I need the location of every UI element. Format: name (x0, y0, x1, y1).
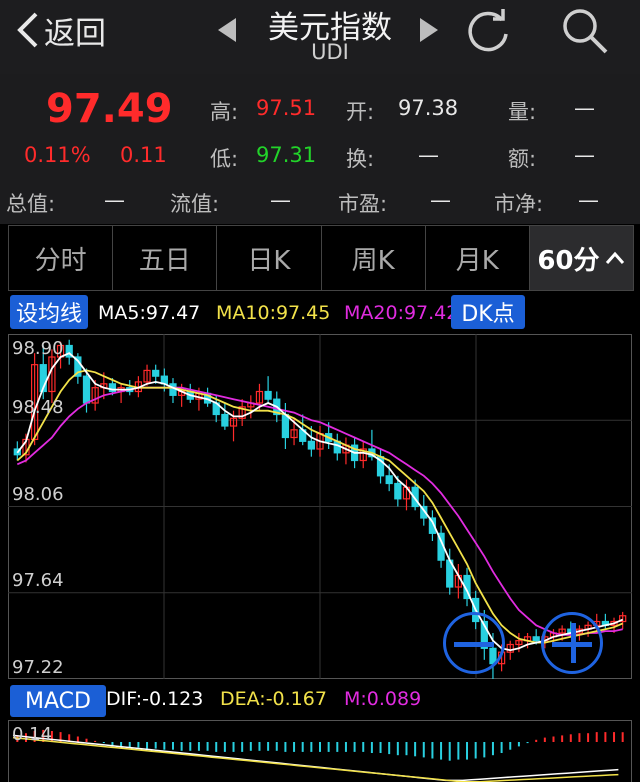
tab-60-min[interactable]: 60分 (529, 226, 634, 290)
search-icon[interactable] (558, 4, 614, 60)
dk-point-label: DK点 (461, 302, 515, 327)
tab-label: 日K (247, 245, 291, 276)
candle-body (82, 375, 91, 404)
float-value-label: 流值: (170, 192, 220, 216)
volume-value: — (574, 96, 595, 120)
pe-value: — (430, 188, 451, 212)
macd-label: MACD (25, 688, 91, 714)
low-value: 97.31 (256, 143, 317, 167)
total-value-value: — (104, 188, 125, 212)
amount-label: 额: (508, 147, 537, 171)
float-value-value: — (270, 188, 291, 212)
tab-label: 周K (351, 245, 395, 276)
high-value: 97.51 (256, 96, 317, 120)
y-tick-label: 98.48 (12, 397, 64, 418)
tab-weekly-k[interactable]: 周K (322, 226, 426, 290)
zoom-in-icon[interactable] (541, 612, 603, 674)
macd-y-tick-label: 0.14 (12, 724, 53, 745)
candle-body (152, 369, 160, 377)
low-label: 低: (210, 147, 239, 171)
tab-monthly-k[interactable]: 月K (426, 226, 530, 290)
ma5-value: MA5:97.47 (98, 302, 201, 324)
candle-body (264, 390, 272, 400)
chevron-up-icon (605, 251, 624, 264)
zoom-out-icon[interactable] (443, 612, 505, 674)
set-ma-label: 设均线 (15, 302, 82, 327)
volume-label: 量: (508, 100, 537, 124)
candle-body (385, 475, 393, 485)
chevron-left-icon (17, 12, 38, 48)
high-label: 高: (210, 100, 239, 124)
open-label: 开: (346, 100, 375, 124)
refresh-icon[interactable] (462, 6, 514, 58)
dk-point-button[interactable]: DK点 (451, 295, 525, 329)
turnover-label: 换: (346, 147, 375, 171)
tab-daily-k[interactable]: 日K (217, 226, 322, 290)
turnover-value: — (418, 143, 439, 167)
back-label: 返回 (44, 15, 106, 52)
last-price: 97.49 (46, 86, 173, 132)
y-tick-label: 98.06 (12, 484, 64, 505)
tab-label: 分时 (34, 245, 87, 276)
pb-label: 市净: (494, 192, 544, 216)
candle-body (394, 482, 402, 500)
tab-label: 五日 (138, 245, 191, 276)
tab-label: 月K (455, 245, 499, 276)
back-button[interactable]: 返回 (14, 10, 106, 52)
period-tabs: 分时 五日 日K 周K 月K 60分 (8, 225, 634, 291)
instrument-code: UDI (311, 40, 349, 64)
amount-value: — (574, 143, 595, 167)
y-tick-label: 97.64 (12, 570, 64, 591)
pe-label: 市盈: (338, 192, 388, 216)
macd-dif-value: DIF:-0.123 (106, 688, 204, 710)
y-tick-label: 97.22 (12, 657, 64, 678)
next-instrument-icon[interactable] (420, 18, 438, 42)
ma10-value: MA10:97.45 (216, 302, 331, 324)
macd-dea-value: DEA:-0.167 (220, 688, 327, 710)
change-percent: 0.11% (24, 143, 91, 167)
candle-body (307, 440, 315, 450)
tab-label: 60分 (537, 245, 600, 276)
pb-value: — (578, 188, 599, 212)
macd-chart[interactable] (8, 720, 632, 782)
open-value: 97.38 (398, 96, 459, 120)
candle-body (221, 413, 229, 427)
y-tick-label: 98.90 (12, 338, 64, 359)
set-ma-button[interactable]: 设均线 (10, 295, 88, 329)
total-value-label: 总值: (6, 192, 56, 216)
macd-m-value: M:0.089 (344, 688, 422, 710)
change-value: 0.11 (120, 143, 167, 167)
macd-button[interactable]: MACD (10, 685, 106, 717)
candle-body (532, 636, 540, 642)
candle-body (281, 413, 290, 439)
candlestick-chart[interactable] (8, 334, 632, 679)
tab-five-day[interactable]: 五日 (113, 226, 218, 290)
ma20-value: MA20:97.42 (344, 302, 459, 324)
tab-intraday[interactable]: 分时 (9, 226, 114, 290)
